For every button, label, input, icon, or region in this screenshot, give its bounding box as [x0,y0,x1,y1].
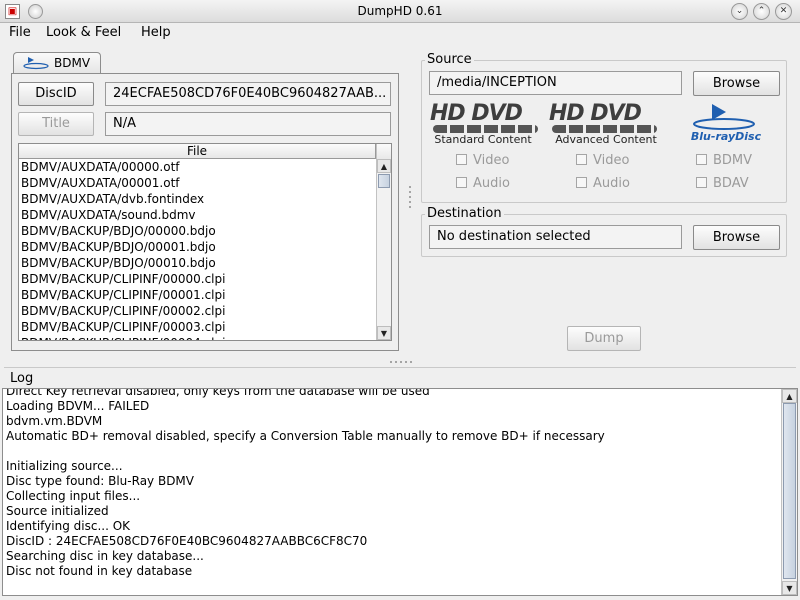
file-row[interactable]: BDMV/AUXDATA/sound.bdmv [19,207,376,223]
bdav-checkbox[interactable]: BDAV [696,176,749,191]
log-line: Source initialized [6,504,109,518]
standard-audio-checkbox[interactable]: Audio [456,176,510,191]
checkbox-label: Video [593,153,630,168]
checkbox-label: BDAV [713,176,749,191]
log-area[interactable]: Direct Key retrieval disabled, only keys… [2,388,798,596]
file-row[interactable]: BDMV/BACKUP/BDJO/00010.bdjo [19,255,376,271]
dump-button[interactable]: Dump [567,326,641,351]
destination-title: Destination [425,206,504,221]
title-bar: ▣ DumpHD 0.61 ⌄ ⌃ ✕ [0,0,800,23]
log-line: Identifying disc... OK [6,519,131,533]
tab-content: DiscID 24ECFAE508CD76F0E40BC9604827AAB..… [11,73,399,351]
window-title: DumpHD 0.61 [357,4,443,18]
scroll-down-arrow-icon[interactable]: ▼ [377,326,391,340]
close-button[interactable]: ✕ [775,3,792,20]
scroll-thumb[interactable] [783,403,796,579]
checkbox-label: BDMV [713,153,753,168]
file-row[interactable]: BDMV/BACKUP/BDJO/00000.bdjo [19,223,376,239]
source-title: Source [425,52,474,67]
source-path-field[interactable]: /media/INCEPTION [429,71,682,95]
scroll-header-corner [377,144,391,160]
title-field[interactable]: N/A [105,112,391,136]
bluray-icon [23,57,49,70]
checkbox-label: Audio [473,176,510,191]
file-row[interactable]: BDMV/BACKUP/CLIPINF/00003.clpi [19,319,376,335]
scroll-thumb[interactable] [378,174,390,188]
log-line: bdvm.vm.BDVM [6,414,103,428]
log-line: Direct Key retrieval disabled, only keys… [6,388,430,398]
discid-field[interactable]: 24ECFAE508CD76F0E40BC9604827AAB... [105,82,391,106]
log-title: Log [4,367,796,389]
file-row[interactable]: BDMV/AUXDATA/dvb.fontindex [19,191,376,207]
source-browse-button[interactable]: Browse [693,71,780,96]
log-line: Initializing source... [6,459,123,473]
file-rows: BDMV/AUXDATA/00000.otf BDMV/AUXDATA/00001… [19,159,376,340]
tab-bdmv[interactable]: BDMV [13,52,101,73]
hddvd-standard-logo: HD DVD [430,101,523,126]
minimize-button[interactable]: ⌄ [731,3,748,20]
bluray-logo-text: Blu-rayDisc [691,130,762,143]
menu-help[interactable]: Help [141,25,171,40]
menu-file[interactable]: File [9,25,31,40]
checkbox-label: Video [473,153,510,168]
scroll-up-arrow-icon[interactable]: ▲ [782,389,797,403]
destination-field[interactable]: No destination selected [429,225,682,249]
log-scrollbar[interactable]: ▲ ▼ [781,389,797,595]
vertical-splitter[interactable] [406,46,414,355]
standard-video-checkbox[interactable]: Video [456,153,509,168]
file-row[interactable]: BDMV/BACKUP/CLIPINF/00001.clpi [19,287,376,303]
menu-look-and-feel[interactable]: Look & Feel [46,25,121,40]
advanced-content-caption: Advanced Content [555,133,657,146]
log-line: Collecting input files... [6,489,141,503]
log-line: DiscID : 24ECFAE508CD76F0E40BC9604827AAB… [6,534,368,548]
file-row[interactable]: BDMV/BACKUP/CLIPINF/00002.clpi [19,303,376,319]
hddvd-advanced-logo: HD DVD [549,101,642,126]
file-column-header[interactable]: File [19,144,376,159]
log-line: Disc not found in key database [6,564,193,578]
checkbox-box [456,154,467,165]
file-row[interactable]: BDMV/BACKUP/BDJO/00001.bdjo [19,239,376,255]
bluray-disc-logo-icon: Blu-rayDisc [691,104,762,143]
tab-label: BDMV [54,56,91,70]
scroll-up-arrow-icon[interactable]: ▲ [377,159,391,173]
checkbox-label: Audio [593,176,630,191]
discid-button[interactable]: DiscID [18,82,94,106]
disc-panel: BDMV DiscID 24ECFAE508CD76F0E40BC9604827… [4,46,406,355]
horizontal-splitter[interactable] [0,358,800,366]
checkbox-box [456,177,467,188]
title-button[interactable]: Title [18,112,94,136]
log-line: Automatic BD+ removal disabled, specify … [6,429,605,443]
destination-browse-button[interactable]: Browse [693,225,780,250]
advanced-audio-checkbox[interactable]: Audio [576,176,630,191]
advanced-video-checkbox[interactable]: Video [576,153,629,168]
checkbox-box [696,177,707,188]
log-lines: Direct Key retrieval disabled, only keys… [6,388,776,579]
file-row[interactable]: BDMV/BACKUP/CLIPINF/00000.clpi [19,271,376,287]
file-row[interactable]: BDMV/AUXDATA/00000.otf [19,159,376,175]
standard-content-caption: Standard Content [434,133,532,146]
file-scrollbar[interactable]: ▲ ▼ [376,144,391,340]
checkbox-box [576,154,587,165]
file-table[interactable]: File BDMV/AUXDATA/00000.otf BDMV/AUXDATA/… [18,143,392,341]
hddvd-standard-disc-icon [433,125,538,133]
file-row[interactable]: BDMV/BACKUP/CLIPINF/00004.clpi [19,335,376,340]
file-row[interactable]: BDMV/AUXDATA/00001.otf [19,175,376,191]
scroll-down-arrow-icon[interactable]: ▼ [782,581,797,595]
hddvd-advanced-disc-icon [552,125,657,133]
log-line: Searching disc in key database... [6,549,204,563]
menu-bar: File Look & Feel Help [0,23,800,44]
checkbox-box [576,177,587,188]
log-line: Disc type found: Blu-Ray BDMV [6,474,194,488]
checkbox-box [696,154,707,165]
bdmv-checkbox[interactable]: BDMV [696,153,752,168]
log-line: Loading BDVM... FAILED [6,399,150,413]
maximize-button[interactable]: ⌃ [753,3,770,20]
